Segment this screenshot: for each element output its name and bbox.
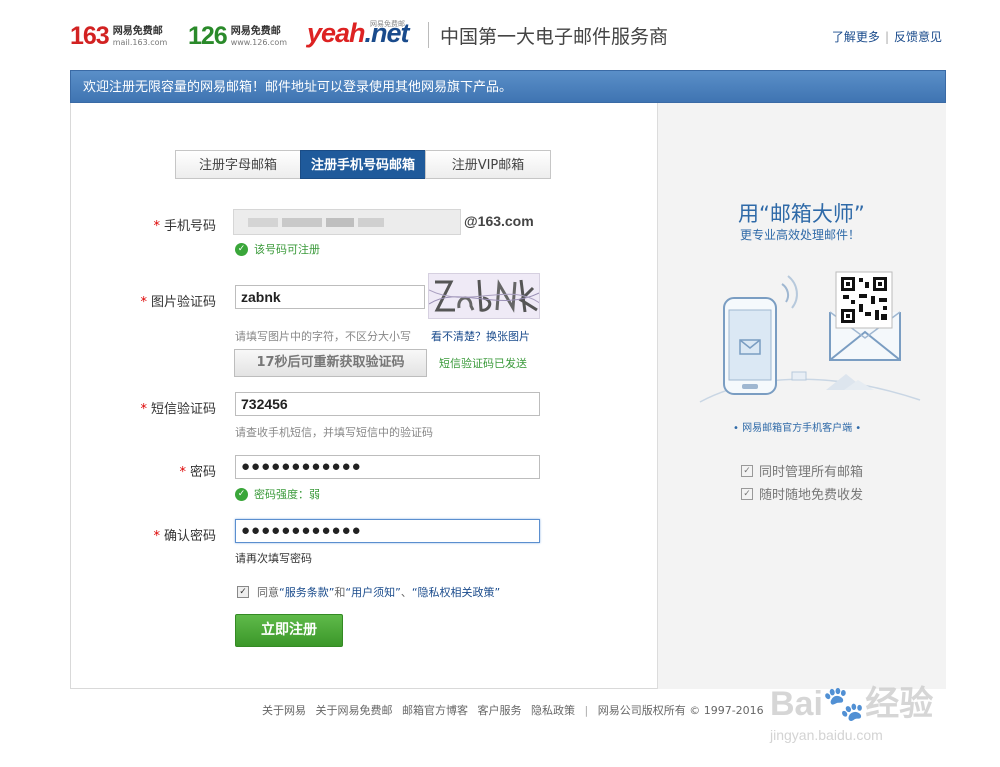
logo-126-number: 126 xyxy=(188,22,228,50)
captcha-glyphs xyxy=(429,279,539,313)
logo-126[interactable]: 126 网易免费邮 www.126.com xyxy=(188,22,287,51)
header-slogan: 中国第一大电子邮件服务商 xyxy=(440,26,669,48)
required-mark: * xyxy=(140,295,147,310)
footer-link-blog[interactable]: 邮箱官方博客 xyxy=(402,704,468,717)
agreement-row: ✓ 同意 “服务条款” 和 “用户须知”、 “隐私权相关政策” xyxy=(237,584,500,600)
agree-and: 和 xyxy=(334,586,346,599)
watermark-url: jingyan.baidu.com xyxy=(770,727,883,743)
promo-subtitle: 更专业高效处理邮件！ xyxy=(740,228,861,242)
agree-prefix: 同意 xyxy=(257,586,279,599)
learn-more-link[interactable]: 了解更多 xyxy=(832,30,880,44)
password-label-text: 密码 xyxy=(189,465,216,480)
captcha-input[interactable]: zabnk xyxy=(235,285,425,309)
logo-126-text: 网易免费邮 www.126.com xyxy=(231,26,287,48)
confirm-password-hint: 请再次填写密码 xyxy=(235,552,312,565)
captcha-image[interactable] xyxy=(428,273,540,319)
terms-link[interactable]: “服务条款” xyxy=(279,584,334,600)
sms-code-input[interactable]: 732456 xyxy=(235,392,540,416)
required-mark: * xyxy=(140,402,147,417)
footer-link-about-mail[interactable]: 关于网易免费邮 xyxy=(316,704,393,717)
captcha-label-text: 图片验证码 xyxy=(150,295,216,310)
blur-block xyxy=(326,218,354,227)
sms-sent-message: 短信验证码已发送 xyxy=(439,357,527,370)
promo-feature-2: ✓ 随时随地免费收发 xyxy=(741,484,863,503)
watermark-main: Bai xyxy=(770,685,823,723)
footer-copyright: 网易公司版权所有 © 1997-2016 xyxy=(597,704,764,717)
captcha-refresh-link[interactable]: 看不清楚？换张图片 xyxy=(431,328,530,344)
captcha-hint: 请填写图片中的字符，不区分大小写 xyxy=(235,330,411,343)
logo-yeah-tag: 网易免费邮 xyxy=(370,21,405,28)
logo-yeah-main: yeah xyxy=(307,18,366,48)
paw-icon: 🐾 xyxy=(822,685,866,723)
header-links: 了解更多 | 反馈意见 xyxy=(832,28,942,45)
baidu-watermark: Bai🐾经验 xyxy=(770,676,933,725)
header-divider xyxy=(428,22,429,48)
password-strength-text: 密码强度：弱 xyxy=(254,488,320,501)
promo-feature-1: ✓ 同时管理所有邮箱 xyxy=(741,461,863,480)
get-sms-code-button[interactable]: 17秒后可重新获取验证码 xyxy=(234,349,427,377)
phone-ok-text: 该号码可注册 xyxy=(254,243,320,256)
footer-link-service[interactable]: 客户服务 xyxy=(478,704,522,717)
confirm-password-input[interactable]: ●●●●●●●●●●●● xyxy=(235,519,540,543)
logo-yeah[interactable]: yeah.net 网易免费邮 xyxy=(307,18,410,49)
password-label: * 密码 xyxy=(96,461,216,480)
logo-163-domain: mail.163.com xyxy=(112,37,168,47)
blur-block xyxy=(282,218,322,227)
promo-caption: • 网易邮箱官方手机客户端 • xyxy=(733,423,862,434)
tab-letter-mailbox[interactable]: 注册字母邮箱 xyxy=(175,150,301,179)
confirm-password-label: * 确认密码 xyxy=(96,525,216,544)
footer-link-about[interactable]: 关于网易 xyxy=(262,704,306,717)
agree-separator: 、 xyxy=(400,586,412,599)
required-mark: * xyxy=(153,219,160,234)
phone-input-blurred[interactable] xyxy=(233,209,461,235)
promo-feature-1-text: 同时管理所有邮箱 xyxy=(759,465,864,480)
captcha-label: * 图片验证码 xyxy=(96,291,216,310)
check-icon: ✓ xyxy=(741,464,753,477)
required-mark: * xyxy=(179,465,186,480)
blur-block xyxy=(358,218,384,227)
phone-label: * 手机号码 xyxy=(96,215,216,234)
required-mark: * xyxy=(153,529,160,544)
logo-163-name: 网易免费邮 xyxy=(112,25,163,37)
welcome-banner: 欢迎注册无限容量的网易邮箱！邮件地址可以登录使用其他网易旗下产品。 xyxy=(70,70,946,103)
password-input[interactable]: ●●●●●●●●●●●● xyxy=(235,455,540,479)
register-tabs: 注册字母邮箱 注册手机号码邮箱 注册VIP邮箱 xyxy=(175,150,551,179)
phone-label-text: 手机号码 xyxy=(163,219,216,234)
phone-ok-message: ✓ 该号码可注册 xyxy=(235,241,320,257)
sms-hint: 请查收手机短信，并填写短信中的验证码 xyxy=(235,426,433,439)
check-circle-icon: ✓ xyxy=(235,242,248,256)
footer-divider: | xyxy=(584,704,589,717)
blur-block xyxy=(248,218,278,227)
register-button[interactable]: 立即注册 xyxy=(235,614,343,647)
logo-163-text: 网易免费邮 mail.163.com xyxy=(113,26,168,48)
logo-163[interactable]: 163 网易免费邮 mail.163.com xyxy=(70,22,167,51)
footer-link-privacy[interactable]: 隐私政策 xyxy=(531,704,575,717)
check-circle-icon: ✓ xyxy=(235,487,248,501)
phone-domain-suffix: @163.com xyxy=(464,213,534,229)
logo-126-domain: www.126.com xyxy=(230,37,288,47)
sms-label-text: 短信验证码 xyxy=(150,402,216,417)
sms-label: * 短信验证码 xyxy=(96,398,216,417)
footer: 关于网易 关于网易免费邮 邮箱官方博客 客户服务 隐私政策 | 网易公司版权所有… xyxy=(262,702,770,718)
user-notice-link[interactable]: “用户须知” xyxy=(345,584,400,600)
phone-envelope-illustration xyxy=(699,271,921,403)
promo-feature-2-text: 随时随地免费收发 xyxy=(759,488,864,503)
promo-title: 用“邮箱大师” xyxy=(738,202,865,226)
privacy-policy-link[interactable]: “隐私权相关政策” xyxy=(412,584,500,600)
watermark-cn: 经验 xyxy=(865,685,934,723)
password-strength: ✓ 密码强度：弱 xyxy=(235,486,320,502)
logo-126-name: 网易免费邮 xyxy=(230,25,281,37)
tab-phone-mailbox[interactable]: 注册手机号码邮箱 xyxy=(300,150,426,179)
link-separator: | xyxy=(884,30,889,44)
tab-vip-mailbox[interactable]: 注册VIP邮箱 xyxy=(425,150,551,179)
feedback-link[interactable]: 反馈意见 xyxy=(894,30,942,44)
confirm-password-label-text: 确认密码 xyxy=(163,529,216,544)
agree-checkbox[interactable]: ✓ xyxy=(237,586,249,598)
logo-163-number: 163 xyxy=(70,22,110,50)
check-icon: ✓ xyxy=(741,487,753,500)
